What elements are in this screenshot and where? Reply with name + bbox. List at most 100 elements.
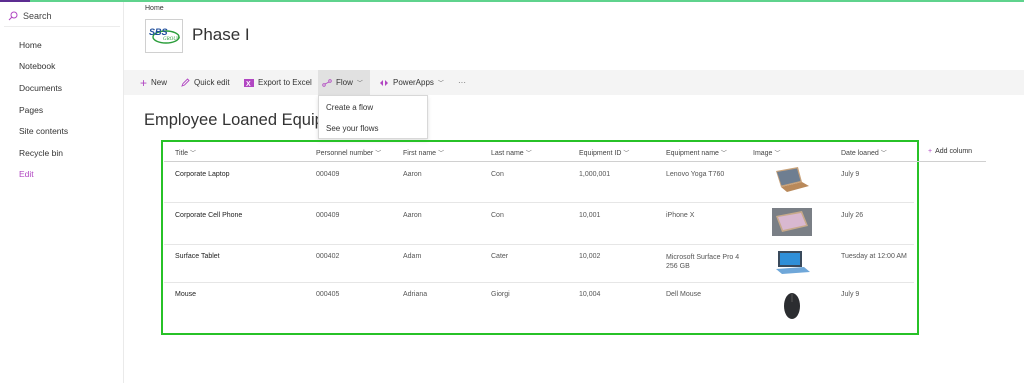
cell-last-name: Cater <box>491 253 509 260</box>
column-header-label: Last name <box>491 150 524 157</box>
plus-icon: + <box>140 75 148 90</box>
quick-edit-button[interactable]: Quick edit <box>177 70 234 95</box>
column-header-label: Equipment name <box>666 150 719 157</box>
row-divider <box>164 244 914 245</box>
cell-date-loaned: July 26 <box>841 212 864 219</box>
column-header-equipment-id[interactable]: Equipment ID ﹀ <box>579 148 629 157</box>
cell-equipment-id: 10,004 <box>579 291 601 298</box>
plus-icon: + <box>928 148 933 155</box>
flow-button[interactable]: Flow ﹀ <box>318 70 370 95</box>
site-logo[interactable]: SBS GROUP <box>145 19 183 53</box>
divider <box>4 26 120 27</box>
column-header-last-name[interactable]: Last name ﹀ <box>491 148 532 157</box>
tablet-image[interactable] <box>772 248 812 276</box>
breadcrumb[interactable]: Home <box>145 5 164 12</box>
new-button[interactable]: + New <box>136 70 171 95</box>
chevron-down-icon: ﹀ <box>623 151 630 157</box>
column-header-title[interactable]: Title ﹀ <box>175 148 196 157</box>
menu-item-see-flows[interactable]: See your flows <box>326 124 378 133</box>
chevron-down-icon: ﹀ <box>356 81 363 87</box>
column-header-date-loaned[interactable]: Date loaned ﹀ <box>841 148 887 157</box>
row-divider <box>164 202 914 203</box>
add-column-button[interactable]: + Add column <box>928 148 972 155</box>
site-title[interactable]: Phase I <box>192 25 250 45</box>
cell-last-name: Giorgi <box>491 291 510 298</box>
column-header-personnel-number[interactable]: Personnel number ﹀ <box>316 148 381 157</box>
cell-title[interactable]: Corporate Cell Phone <box>175 212 242 219</box>
cell-title[interactable]: Surface Tablet <box>175 253 220 260</box>
export-label: Export to Excel <box>258 78 312 87</box>
chevron-down-icon: ﹀ <box>525 151 532 157</box>
cell-first-name: Adriana <box>403 291 428 298</box>
add-column-label: Add column <box>935 148 973 155</box>
column-header-equipment-name[interactable]: Equipment name ﹀ <box>666 148 727 157</box>
nav-item-home[interactable]: Home <box>19 40 42 50</box>
column-header-label: Equipment ID <box>579 150 622 157</box>
cell-title[interactable]: Corporate Laptop <box>175 171 229 178</box>
sbs-logo-icon: SBS GROUP <box>149 27 180 44</box>
top-accent-bar <box>0 0 1024 2</box>
chevron-down-icon: ﹀ <box>438 151 445 157</box>
nav-item-site-contents[interactable]: Site contents <box>19 126 68 136</box>
pencil-icon <box>181 78 190 87</box>
column-header-label: Title <box>175 150 188 157</box>
menu-item-create-flow[interactable]: Create a flow <box>326 103 373 112</box>
more-button[interactable]: ··· <box>454 70 470 95</box>
svg-text:GROUP: GROUP <box>163 37 180 42</box>
column-header-label: Personnel number <box>316 150 374 157</box>
nav-item-notebook[interactable]: Notebook <box>19 61 55 71</box>
search-label: Search <box>23 11 52 21</box>
cell-equipment-id: 1,000,001 <box>579 171 611 178</box>
cell-date-loaned: July 9 <box>841 171 860 178</box>
cell-equipment-name: Lenovo Yoga T760 <box>666 171 725 178</box>
cell-title[interactable]: Mouse <box>175 291 196 298</box>
chevron-down-icon: ﹀ <box>437 81 444 87</box>
cell-first-name: Adam <box>403 253 422 260</box>
column-header-image[interactable]: Image ﹀ <box>753 148 780 157</box>
cell-first-name: Aaron <box>403 212 422 219</box>
cell-equipment-id: 10,001 <box>579 212 601 219</box>
flow-label: Flow <box>336 78 353 87</box>
cell-equipment-name: iPhone X <box>666 212 695 219</box>
cell-date-loaned: July 9 <box>841 291 860 298</box>
powerapps-button[interactable]: PowerApps ﹀ <box>375 70 448 95</box>
chevron-down-icon: ﹀ <box>720 151 727 157</box>
left-navigation: Search Home Notebook Documents Pages Sit… <box>0 2 124 383</box>
quick-edit-label: Quick edit <box>194 78 230 87</box>
cell-personnel: 000402 <box>316 253 340 260</box>
phone-image[interactable] <box>772 208 812 236</box>
chevron-down-icon: ﹀ <box>375 151 382 157</box>
search-box[interactable]: Search <box>8 8 118 24</box>
search-icon <box>8 11 18 21</box>
cell-equipment-name: Dell Mouse <box>666 291 702 298</box>
cell-last-name: Con <box>491 212 504 219</box>
powerapps-label: PowerApps <box>393 78 434 87</box>
cell-personnel: 000409 <box>316 171 340 178</box>
laptop-image[interactable] <box>772 165 812 195</box>
cell-personnel: 000409 <box>316 212 340 219</box>
nav-edit-link[interactable]: Edit <box>19 169 34 179</box>
nav-item-pages[interactable]: Pages <box>19 105 43 115</box>
powerapps-icon <box>380 79 388 86</box>
nav-item-documents[interactable]: Documents <box>19 83 62 93</box>
mouse-image[interactable] <box>780 291 804 321</box>
chevron-down-icon: ﹀ <box>774 151 781 157</box>
row-divider <box>164 282 914 283</box>
chevron-down-icon: ﹀ <box>880 151 887 157</box>
chevron-down-icon: ﹀ <box>189 151 196 157</box>
cell-first-name: Aaron <box>403 171 422 178</box>
list-title: Employee Loaned Equipment <box>144 111 318 129</box>
flow-icon <box>322 78 332 87</box>
export-to-excel-button[interactable]: X Export to Excel <box>240 70 316 95</box>
cell-equipment-id: 10,002 <box>579 253 601 260</box>
cell-date-loaned: Tuesday at 12:00 AM <box>841 253 907 260</box>
column-header-label: Date loaned <box>841 150 879 157</box>
column-header-first-name[interactable]: First name ﹀ <box>403 148 444 157</box>
cell-equipment-name: Microsoft Surface Pro 4 256 GB <box>666 254 740 270</box>
column-header-label: First name <box>403 150 437 157</box>
command-bar: + New Quick edit X Export to Excel Flow … <box>124 70 1024 95</box>
flow-dropdown-menu: Create a flow See your flows <box>318 95 428 139</box>
nav-item-recycle-bin[interactable]: Recycle bin <box>19 148 63 158</box>
new-label: New <box>151 78 168 87</box>
cell-last-name: Con <box>491 171 504 178</box>
